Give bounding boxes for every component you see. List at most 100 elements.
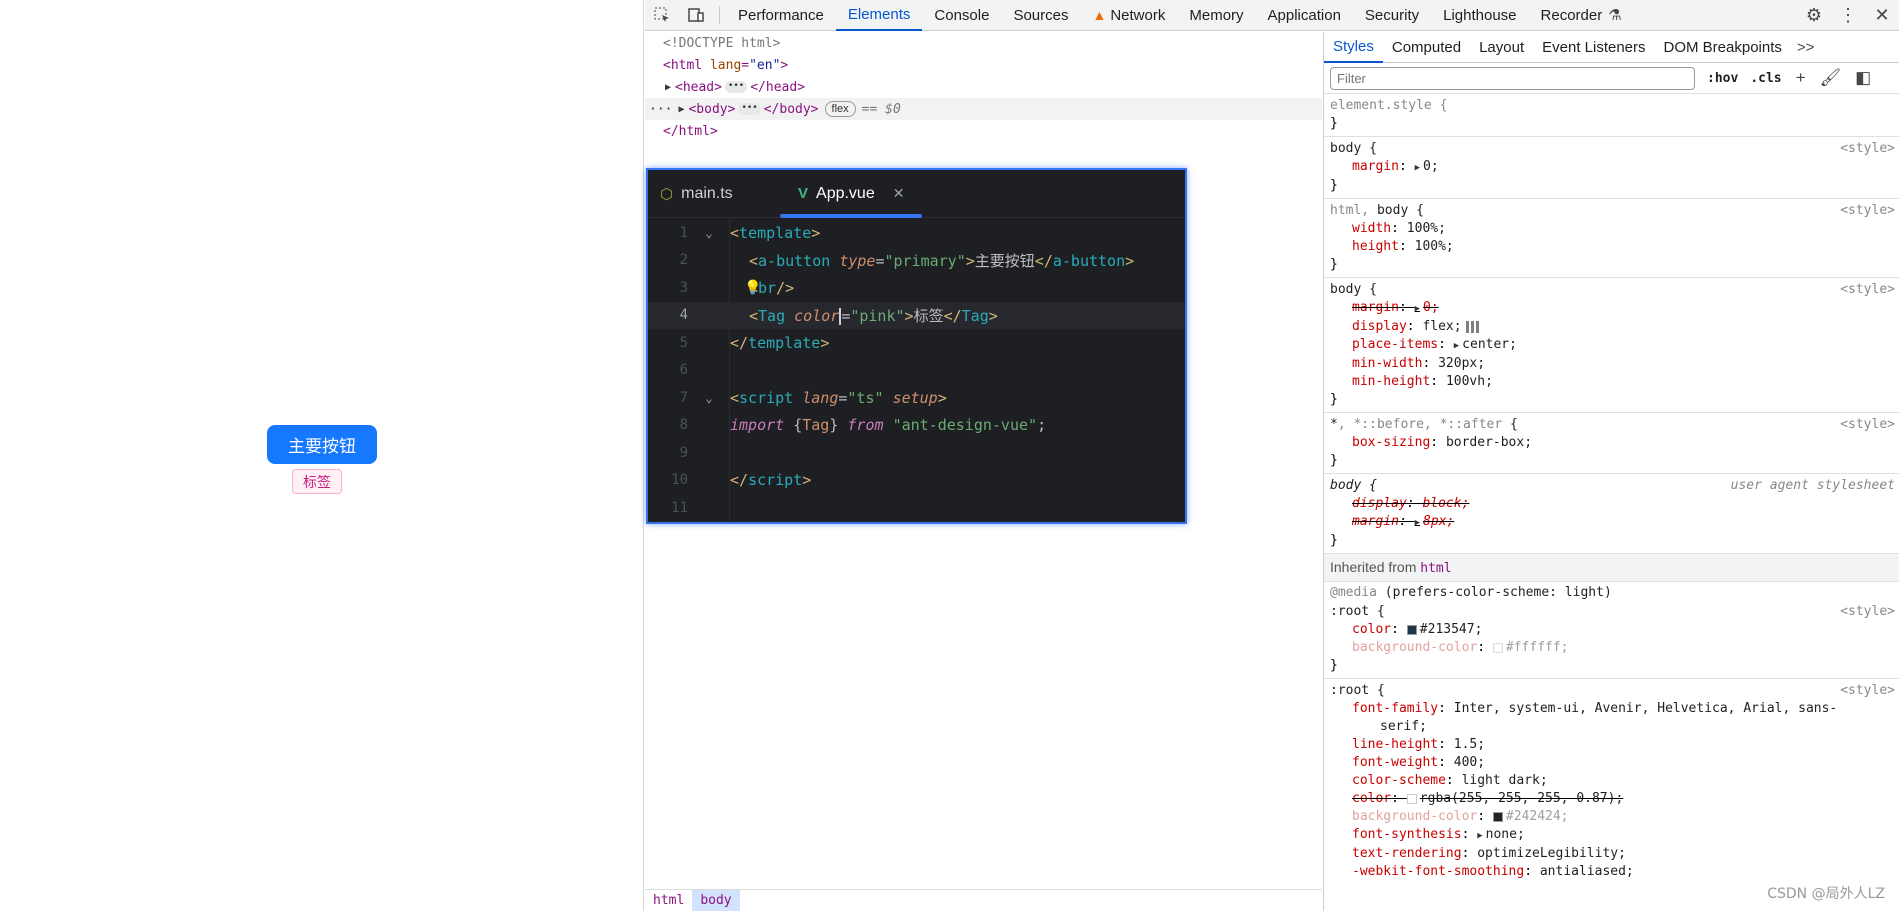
tab-console[interactable]: Console [922,0,1001,31]
tab-memory[interactable]: Memory [1177,0,1255,31]
style-declaration[interactable]: box-sizing: border-box; [1330,434,1893,452]
expand-arrow-icon[interactable]: ▶ [1454,341,1459,351]
close-tab-icon[interactable]: ✕ [893,185,905,202]
style-declaration-overridden[interactable]: margin: ▶ 0; [1330,299,1893,318]
inspect-element-icon[interactable] [645,0,679,31]
code-line-current[interactable]: 4 <Tag color ="pink">标签</Tag> [648,301,1185,329]
dom-html-node[interactable]: <html lang = "en" > [645,54,1322,76]
rule-origin-link[interactable]: <style> [1840,682,1895,700]
style-declaration[interactable]: margin: ▶ 0; [1330,158,1893,177]
code-line[interactable]: 8 import {Tag} from "ant-design-vue"; [648,412,1185,440]
row-menu-icon[interactable]: ··· [649,102,672,117]
style-declaration[interactable]: font-weight: 400; [1330,754,1893,772]
tab-styles[interactable]: Styles [1324,32,1383,63]
code-line[interactable]: 3 💡 <br/> [648,274,1185,302]
dom-head-node[interactable]: ▶ <head> ••• </head> [645,76,1322,98]
styles-filter-input[interactable] [1330,66,1695,90]
style-declaration[interactable]: min-width: 320px; [1330,355,1893,373]
dom-body-node[interactable]: ··· ▶ <body> ••• </body> flex == $0 [645,98,1322,120]
code-line[interactable]: 5 </template> [648,329,1185,357]
style-declaration[interactable]: display: flex; [1330,318,1893,336]
flex-badge[interactable]: flex [824,101,856,117]
code-line[interactable]: 7 ⌄ <script lang="ts" setup> [648,384,1185,412]
style-declaration[interactable]: place-items: ▶ center; [1330,336,1893,355]
ide-tab-app-vue[interactable]: V App.vue ✕ [780,170,922,218]
code-line[interactable]: 11 [648,494,1185,522]
code-line[interactable]: 2 <a-button type="primary">主要按钮</a-button… [648,247,1185,275]
code-line[interactable]: 9 [648,439,1185,467]
style-declaration[interactable]: font-family: Inter, system-ui, Avenir, H… [1330,700,1893,718]
tab-performance[interactable]: Performance [726,0,836,31]
style-declaration-inactive[interactable]: background-color: #ffffff; [1330,639,1893,657]
settings-gear-icon[interactable]: ⚙ [1797,0,1831,31]
style-declaration[interactable]: text-rendering: optimizeLegibility; [1330,845,1893,863]
code-line[interactable]: 10 </script> [648,467,1185,495]
fold-chevron-icon[interactable]: ⌄ [688,226,730,240]
primary-button[interactable]: 主要按钮 [267,425,377,464]
ide-tab-main-ts[interactable]: ⬡ main.ts [648,170,780,218]
style-declaration[interactable]: -webkit-font-smoothing: antialiased; [1330,863,1893,881]
close-devtools-icon[interactable]: ✕ [1865,0,1899,31]
paint-brush-icon[interactable]: 🖌 [1820,68,1842,88]
expand-triangle-icon[interactable]: ▶ [665,82,675,93]
tab-elements[interactable]: Elements [835,0,923,31]
style-declaration-overridden[interactable]: margin: ▶ 8px; [1330,513,1893,532]
dom-doctype[interactable]: <!DOCTYPE html> [645,32,1322,54]
rule-origin-link[interactable]: <style> [1840,202,1895,220]
tab-dom-breakpoints[interactable]: DOM Breakpoints [1655,32,1791,63]
more-options-icon[interactable]: ⋮ [1831,0,1865,31]
color-swatch[interactable] [1406,793,1417,804]
inherited-tag-link[interactable]: html [1420,561,1451,576]
breadcrumb-html[interactable]: html [645,890,692,911]
breadcrumb-body[interactable]: body [692,889,740,911]
flexbox-editor-icon[interactable] [1465,320,1480,333]
expand-arrow-icon[interactable]: ▶ [1415,304,1420,314]
style-declaration[interactable]: min-height: 100vh; [1330,373,1893,391]
tab-computed[interactable]: Computed [1383,32,1470,63]
expand-arrow-icon[interactable]: ▶ [1415,518,1420,528]
color-swatch[interactable] [1406,624,1417,635]
tab-security[interactable]: Security [1353,0,1431,31]
code-line[interactable]: 6 [648,357,1185,385]
style-declaration[interactable]: width: 100%; [1330,220,1893,238]
tab-recorder[interactable]: Recorder ⚗ [1529,0,1634,31]
style-declaration[interactable]: color-scheme: light dark; [1330,772,1893,790]
fold-chevron-icon[interactable]: ⌄ [688,391,730,405]
tab-layout[interactable]: Layout [1470,32,1533,63]
expand-arrow-icon[interactable]: ▶ [1477,831,1482,841]
collapsed-ellipsis-icon[interactable]: ••• [738,103,761,115]
tab-lighthouse[interactable]: Lighthouse [1431,0,1528,31]
tab-network[interactable]: ▲ Network [1080,0,1177,31]
device-toolbar-icon[interactable] [679,0,713,31]
hov-toggle[interactable]: :hov [1707,71,1738,86]
style-declaration-overridden[interactable]: color: rgba(255, 255, 255, 0.87); [1330,790,1893,808]
style-declaration[interactable]: color: #213547; [1330,621,1893,639]
expand-triangle-icon[interactable]: ▶ [678,104,688,115]
color-swatch[interactable] [1492,642,1503,653]
tab-event-listeners[interactable]: Event Listeners [1533,32,1654,63]
new-style-rule-icon[interactable]: + [1796,68,1806,88]
rule-origin-link[interactable]: <style> [1840,281,1895,299]
more-tabs-chevron-icon[interactable]: >> [1791,39,1821,56]
style-declaration-overridden[interactable]: display: block; [1330,495,1893,513]
tab-sources[interactable]: Sources [1001,0,1080,31]
style-declaration[interactable]: height: 100%; [1330,238,1893,256]
code-line[interactable]: 1 ⌄ <template> [648,219,1185,247]
style-declaration[interactable]: line-height: 1.5; [1330,736,1893,754]
lightbulb-icon[interactable]: 💡 [744,280,761,296]
cls-toggle[interactable]: .cls [1750,71,1781,86]
expand-arrow-icon[interactable]: ▶ [1415,163,1420,173]
rule-origin-link[interactable]: <style> [1840,416,1895,434]
html-lang-eq: = [741,57,750,73]
color-swatch[interactable] [1492,811,1503,822]
inherited-label: Inherited from [1330,559,1417,575]
tab-application[interactable]: Application [1256,0,1353,31]
rule-origin-link[interactable]: <style> [1840,140,1895,158]
toggle-sidebar-icon[interactable]: ◧ [1855,68,1871,88]
style-declaration-inactive[interactable]: background-color: #242424; [1330,808,1893,826]
style-declaration[interactable]: font-synthesis: ▶ none; [1330,826,1893,845]
rule-origin-link[interactable]: <style> [1840,603,1895,621]
dom-html-close[interactable]: </html> [645,120,1322,142]
code-editor[interactable]: 1 ⌄ <template> 2 <a-button type="primary">主… [648,219,1185,522]
collapsed-ellipsis-icon[interactable]: ••• [724,81,748,93]
